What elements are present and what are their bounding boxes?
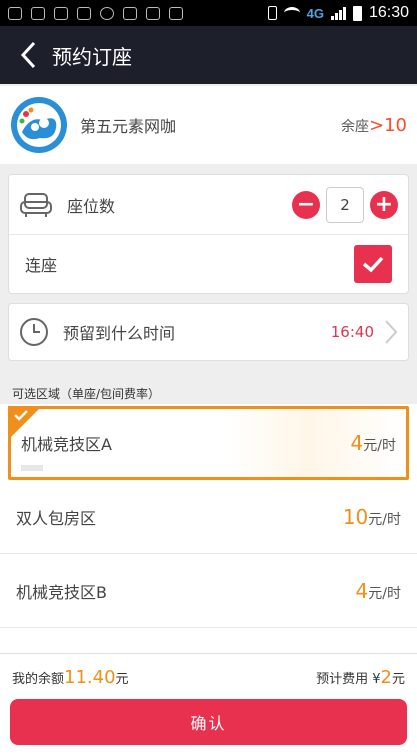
- notification-icon: [77, 6, 91, 20]
- consecutive-label: 连座: [25, 256, 58, 275]
- decrease-button[interactable]: −: [292, 190, 320, 219]
- consecutive-checkbox[interactable]: [354, 245, 392, 283]
- footer: 我的余额11.40元 预计费用 ¥2元 确认: [0, 653, 417, 754]
- remaining-seats-label: 余座: [341, 118, 369, 135]
- seat-count-input[interactable]: 2: [326, 186, 364, 223]
- reserve-time-label: 预留到什么时间: [63, 324, 176, 343]
- notification-icon: [8, 6, 22, 20]
- zone-price: 10元/时: [343, 505, 401, 529]
- notification-icon: [54, 6, 68, 20]
- chevron-left-icon: [20, 41, 36, 69]
- shop-info: 第五元素网咖 余座>10: [0, 86, 417, 164]
- zone-price: 4元/时: [356, 579, 401, 603]
- wifi-icon: [283, 7, 300, 19]
- vibrate-icon: [267, 6, 277, 20]
- estimated-cost: 预计费用 ¥2元: [316, 667, 405, 688]
- search-icon: [100, 6, 114, 20]
- seat-count-stepper: − 2 +: [292, 186, 398, 223]
- reserve-time-value: 16:40: [330, 323, 374, 341]
- notification-icon: [169, 6, 183, 20]
- zone-name: 双人包房区: [16, 508, 97, 528]
- network-type: 4G: [306, 5, 324, 21]
- zone-price-value: 4: [355, 578, 369, 603]
- reserve-time-row[interactable]: 预留到什么时间 16:40: [9, 304, 408, 360]
- chevron-right-icon: [385, 320, 398, 344]
- balance-value: 11.40: [64, 666, 116, 688]
- zone-price: 4元/时: [351, 431, 396, 455]
- balance: 我的余额11.40元: [12, 667, 129, 688]
- remaining-seats-value: 10: [384, 114, 407, 136]
- footer-info: 我的余额11.40元 预计费用 ¥2元: [0, 654, 417, 700]
- zone-price-value: 4: [350, 431, 364, 455]
- sofa-icon: [20, 192, 52, 217]
- reserve-time-card[interactable]: 预留到什么时间 16:40: [8, 303, 409, 361]
- zone-price-value: 10: [342, 504, 369, 529]
- shop-logo: [10, 96, 68, 154]
- zone-price-unit: 元/时: [368, 511, 401, 528]
- confirm-button[interactable]: 确认: [10, 699, 407, 745]
- zone-item[interactable]: 机械竞技区B 4元/时: [0, 554, 417, 628]
- zone-name: 机械竞技区B: [16, 582, 107, 602]
- zones-title: 可选区域（单座/包间费率）: [12, 387, 161, 401]
- remaining-seats: 余座>10: [341, 115, 407, 136]
- seat-count-label: 座位数: [67, 196, 116, 216]
- remaining-seats-prefix: >: [369, 114, 385, 136]
- back-button[interactable]: [8, 26, 48, 84]
- notification-icons: [8, 6, 183, 20]
- message-icon: [146, 6, 160, 20]
- signal-icon: [330, 6, 346, 20]
- zone-price-unit: 元/时: [368, 585, 401, 602]
- estimate-currency: ¥: [372, 671, 381, 687]
- zone-list: 机械竞技区A 4元/时 双人包房区 10元/时 机械竞技区B 4元/时: [0, 404, 417, 653]
- check-icon: [362, 256, 384, 273]
- shop-name: 第五元素网咖: [80, 117, 177, 136]
- balance-unit: 元: [115, 671, 129, 687]
- clock-icon: [20, 318, 48, 346]
- notification-icon: [123, 6, 137, 20]
- zone-price-unit: 元/时: [363, 438, 396, 454]
- increase-button[interactable]: +: [370, 190, 398, 219]
- zone-indicator: [21, 465, 43, 471]
- check-icon: [14, 410, 28, 421]
- estimate-value: 2: [380, 666, 392, 688]
- zone-item[interactable]: 机械竞技区A 4元/时: [8, 406, 409, 480]
- notification-icon: [31, 6, 45, 20]
- status-time: 16:30: [368, 4, 409, 21]
- status-bar: 4G 16:30: [0, 0, 417, 26]
- balance-label: 我的余额: [12, 671, 65, 687]
- title-bar: 预约订座: [0, 26, 417, 84]
- estimate-unit: 元: [391, 671, 405, 687]
- seat-count-row: 座位数 − 2 +: [9, 175, 408, 234]
- battery-icon: [352, 5, 362, 21]
- consecutive-row: 连座: [9, 234, 408, 293]
- seat-options-card: 座位数 − 2 + 连座: [8, 174, 409, 294]
- page-title: 预约订座: [52, 44, 132, 69]
- estimate-label: 预计费用: [316, 671, 369, 687]
- zone-item[interactable]: 双人包房区 10元/时: [0, 480, 417, 554]
